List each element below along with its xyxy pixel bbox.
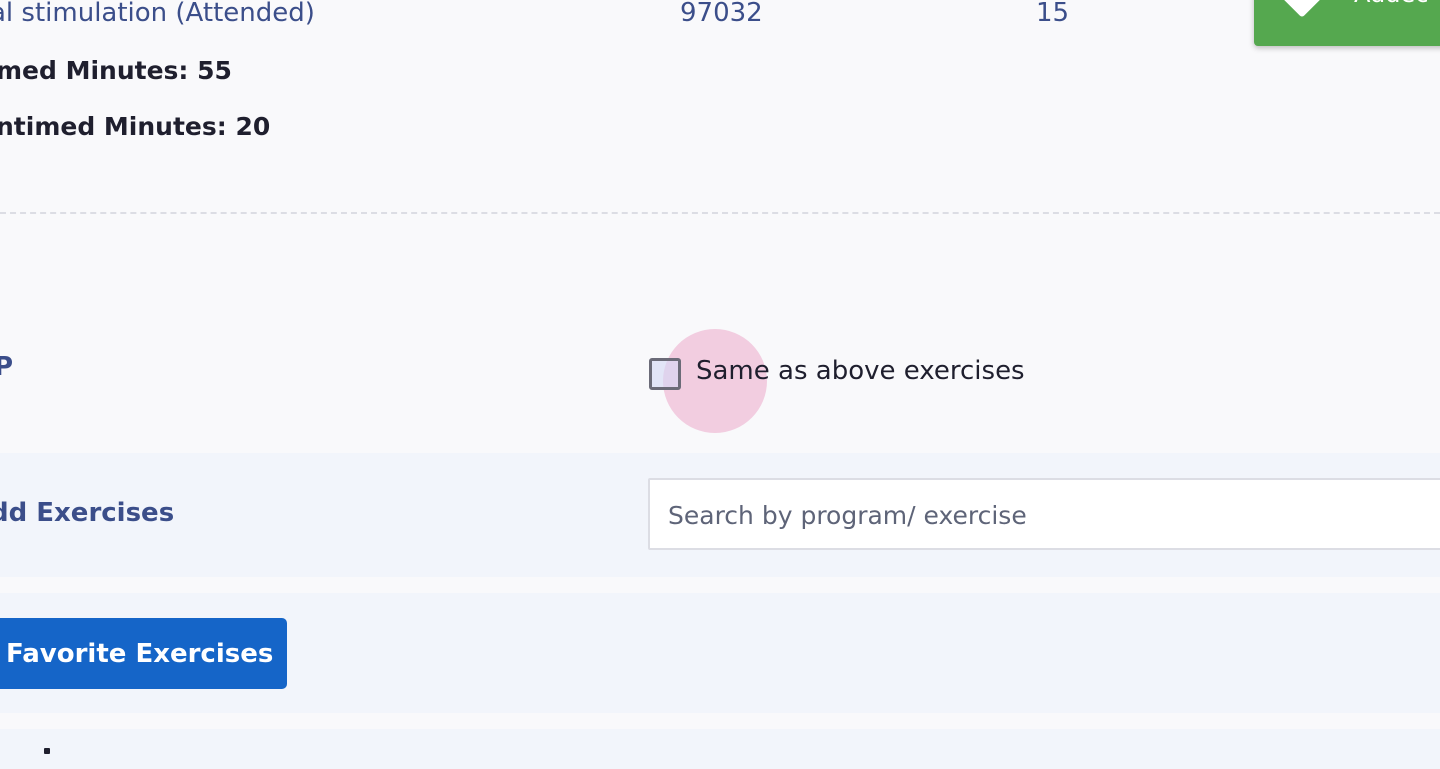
same-as-above-checkbox[interactable] xyxy=(649,358,681,390)
toast-message: Addec xyxy=(1354,0,1428,8)
service-code: 97032 xyxy=(680,0,763,28)
add-exercises-label: dd Exercises xyxy=(0,498,175,528)
next-row xyxy=(0,729,1440,769)
exercise-search-input[interactable] xyxy=(666,480,1440,550)
success-toast[interactable]: Addec xyxy=(1254,0,1440,46)
service-units: 15 xyxy=(1036,0,1070,28)
text-fragment-mark xyxy=(44,748,50,754)
untimed-minutes-total: ntimed Minutes: 20 xyxy=(0,112,271,141)
service-name: al stimulation (Attended) xyxy=(0,0,315,28)
section-label-fragment: P xyxy=(0,352,14,382)
section-divider xyxy=(0,212,1440,214)
diamond-check-icon xyxy=(1282,0,1322,18)
timed-minutes-total: med Minutes: 55 xyxy=(0,56,232,85)
favorite-exercises-button[interactable]: Favorite Exercises xyxy=(0,618,287,689)
same-as-above-label[interactable]: Same as above exercises xyxy=(696,356,1025,386)
exercise-search-box[interactable] xyxy=(648,478,1440,550)
